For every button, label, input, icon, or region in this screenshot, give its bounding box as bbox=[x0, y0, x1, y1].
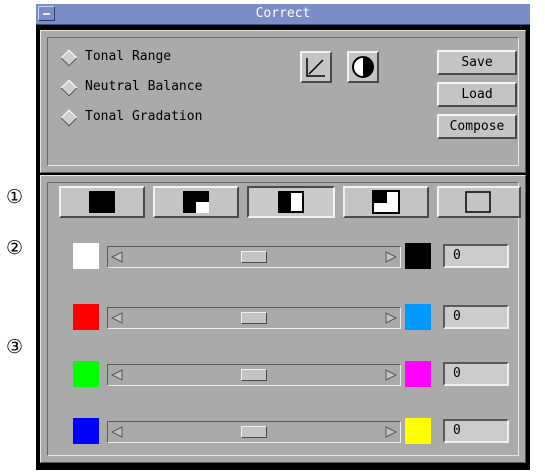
arrow-left-icon[interactable] bbox=[110, 368, 124, 382]
left-color-swatch bbox=[73, 243, 99, 269]
load-button[interactable]: Load bbox=[437, 82, 517, 107]
arrow-right-icon[interactable] bbox=[384, 368, 398, 382]
zone-highlights-button[interactable] bbox=[437, 186, 521, 218]
adjust-panel: 0 0 0 0 bbox=[40, 175, 526, 463]
quarter-tone-zone-icon bbox=[372, 190, 400, 214]
curve-icon bbox=[306, 58, 325, 77]
window-title: Correct bbox=[255, 6, 311, 21]
save-button[interactable]: Save bbox=[437, 50, 517, 75]
highlights-zone-icon bbox=[465, 191, 491, 213]
arrow-left-icon[interactable] bbox=[110, 311, 124, 325]
callout-3: ③ bbox=[6, 336, 24, 358]
shadows-zone-icon bbox=[89, 191, 115, 213]
three-quarter-tone-zone-icon bbox=[183, 191, 209, 213]
slider-thumb[interactable] bbox=[241, 312, 267, 324]
compose-button[interactable]: Compose bbox=[437, 114, 517, 139]
correct-window: Correct Tonal Range Neutral Balance Tona… bbox=[36, 4, 530, 470]
contrast-button[interactable] bbox=[347, 51, 379, 83]
right-color-swatch bbox=[405, 361, 431, 387]
left-color-swatch bbox=[73, 304, 99, 330]
zone-shadows-button[interactable] bbox=[59, 186, 145, 218]
radio-neutral-balance-label: Neutral Balance bbox=[85, 79, 203, 94]
balance-slider[interactable] bbox=[107, 307, 401, 329]
callout-2: ② bbox=[6, 237, 24, 259]
arrow-right-icon[interactable] bbox=[384, 425, 398, 439]
right-color-swatch bbox=[405, 304, 431, 330]
curve-button[interactable] bbox=[300, 51, 332, 83]
right-color-swatch bbox=[405, 243, 431, 269]
contrast-icon bbox=[352, 56, 374, 78]
right-color-swatch bbox=[405, 418, 431, 444]
zone-three-quarter-tone-button[interactable] bbox=[153, 186, 239, 218]
balance-slider[interactable] bbox=[107, 364, 401, 386]
slider-thumb[interactable] bbox=[241, 369, 267, 381]
arrow-left-icon[interactable] bbox=[110, 425, 124, 439]
compose-button-label: Compose bbox=[449, 119, 505, 134]
slider-value-field[interactable]: 0 bbox=[443, 305, 509, 329]
left-color-swatch bbox=[73, 361, 99, 387]
callout-1: ① bbox=[6, 186, 24, 208]
balance-slider[interactable] bbox=[107, 246, 401, 268]
arrow-right-icon[interactable] bbox=[384, 250, 398, 264]
slider-thumb[interactable] bbox=[241, 251, 267, 263]
left-color-swatch bbox=[73, 418, 99, 444]
mode-panel: Tonal Range Neutral Balance Tonal Gradat… bbox=[40, 30, 526, 173]
balance-slider[interactable] bbox=[107, 421, 401, 443]
radio-tonal-gradation-label: Tonal Gradation bbox=[85, 109, 203, 124]
save-button-label: Save bbox=[461, 55, 493, 70]
slider-value-field[interactable]: 0 bbox=[443, 419, 509, 443]
arrow-left-icon[interactable] bbox=[110, 250, 124, 264]
zone-quarter-tone-button[interactable] bbox=[343, 186, 429, 218]
slider-thumb[interactable] bbox=[241, 426, 267, 438]
midtones-zone-icon bbox=[278, 191, 304, 213]
load-button-label: Load bbox=[461, 87, 493, 102]
radio-tonal-range-label: Tonal Range bbox=[85, 49, 172, 64]
zone-midtones-button[interactable] bbox=[247, 186, 335, 218]
arrow-right-icon[interactable] bbox=[384, 311, 398, 325]
title-bar[interactable]: Correct bbox=[36, 4, 530, 25]
slider-value-field[interactable]: 0 bbox=[443, 244, 509, 268]
slider-value-field[interactable]: 0 bbox=[443, 362, 509, 386]
